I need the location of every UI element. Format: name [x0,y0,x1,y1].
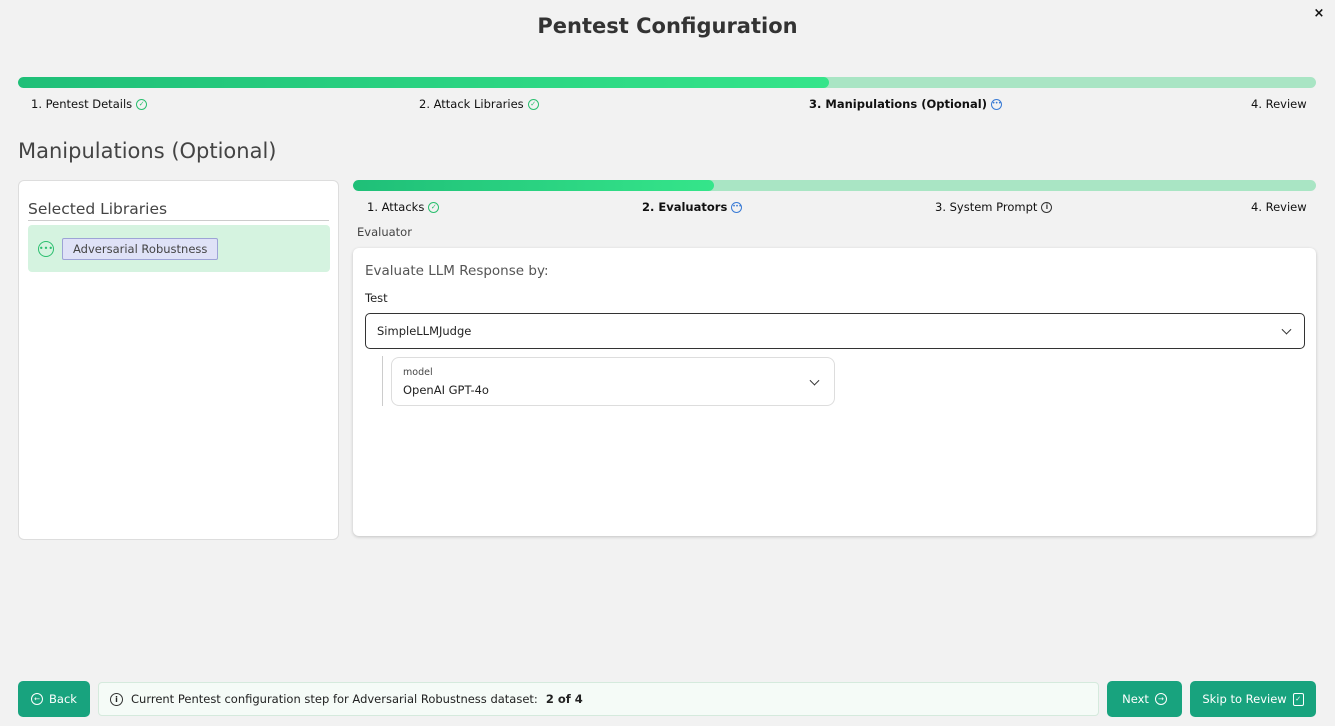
in-progress-icon: ••• [731,201,743,213]
sub-steps: 1. Attacks ✓ 2. Evaluators ••• 3. System… [0,200,1335,216]
skip-to-review-button[interactable]: Skip to Review ✓ [1190,681,1316,717]
model-select[interactable]: model OpenAI GPT-4o [391,357,835,406]
main-step-review[interactable]: 4. Review [1251,97,1307,111]
step-label: 1. Pentest Details [31,97,133,111]
status-progress: 2 of 4 [545,692,583,706]
main-step-manipulations[interactable]: 3. Manipulations (Optional) ••• [809,97,1002,111]
main-steps: 1. Pentest Details ✓ 2. Attack Libraries… [0,97,1335,113]
sub-progress-bar [353,180,1316,191]
check-circle-icon: ✓ [527,98,539,110]
test-select-value: SimpleLLMJudge [377,324,472,338]
step-label: 1. Attacks [367,200,425,214]
info-icon: i [1041,201,1053,213]
step-label: 2. Evaluators [642,200,728,214]
evaluator-label: Evaluator [357,225,412,239]
modal-title: Pentest Configuration [537,14,798,38]
card-title: Evaluate LLM Response by: [365,263,549,279]
main-progress-bar [18,77,1316,88]
in-progress-icon: ••• [38,240,54,257]
check-circle-icon: ✓ [136,98,148,110]
model-value: OpenAI GPT-4o [403,383,489,397]
library-tag: Adversarial Robustness [62,237,219,260]
main-step-pentest-details[interactable]: 1. Pentest Details ✓ [31,97,148,111]
next-label: Next [1122,692,1149,706]
sub-step-attacks[interactable]: 1. Attacks ✓ [367,200,440,214]
back-button[interactable]: ← Back [18,681,90,717]
step-label: 4. Review [1251,200,1307,214]
in-progress-icon: ••• [990,98,1002,110]
divider [28,220,329,221]
info-icon: i [110,692,123,706]
selected-libraries-panel: Selected Libraries ••• Adversarial Robus… [18,180,339,540]
chevron-down-icon [809,375,820,386]
section-title: Manipulations (Optional) [18,139,277,163]
step-label: 4. Review [1251,97,1307,111]
status-text: Current Pentest configuration step for A… [131,692,538,706]
clipboard-check-icon: ✓ [1292,692,1304,706]
step-label: 3. Manipulations (Optional) [809,97,987,111]
step-label: 3. System Prompt [935,200,1038,214]
chevron-down-icon [1281,324,1292,335]
pentest-config-modal: Pentest Configuration × 1. Pentest Detai… [0,0,1335,726]
back-label: Back [49,692,77,706]
sub-progress-fill [353,180,715,191]
check-circle-icon: ✓ [428,201,440,213]
test-label: Test [365,291,388,305]
close-icon[interactable]: × [1311,6,1327,22]
sub-step-system-prompt[interactable]: 3. System Prompt i [935,200,1053,214]
test-select[interactable]: SimpleLLMJudge [365,313,1305,349]
sub-step-evaluators[interactable]: 2. Evaluators ••• [642,200,743,214]
main-step-attack-libraries[interactable]: 2. Attack Libraries ✓ [419,97,539,111]
main-progress-fill [18,77,830,88]
next-button[interactable]: Next → [1107,681,1182,717]
sub-step-review[interactable]: 4. Review [1251,200,1307,214]
arrow-left-circle-icon: ← [31,693,44,705]
arrow-right-circle-icon: → [1154,693,1167,705]
skip-label: Skip to Review [1202,692,1287,706]
evaluator-card: Evaluate LLM Response by: Test SimpleLLM… [353,248,1316,536]
step-label: 2. Attack Libraries [419,97,524,111]
status-bar: i Current Pentest configuration step for… [98,682,1099,716]
nesting-line [382,356,383,406]
library-item[interactable]: ••• Adversarial Robustness [28,225,330,272]
model-label: model [403,367,433,378]
